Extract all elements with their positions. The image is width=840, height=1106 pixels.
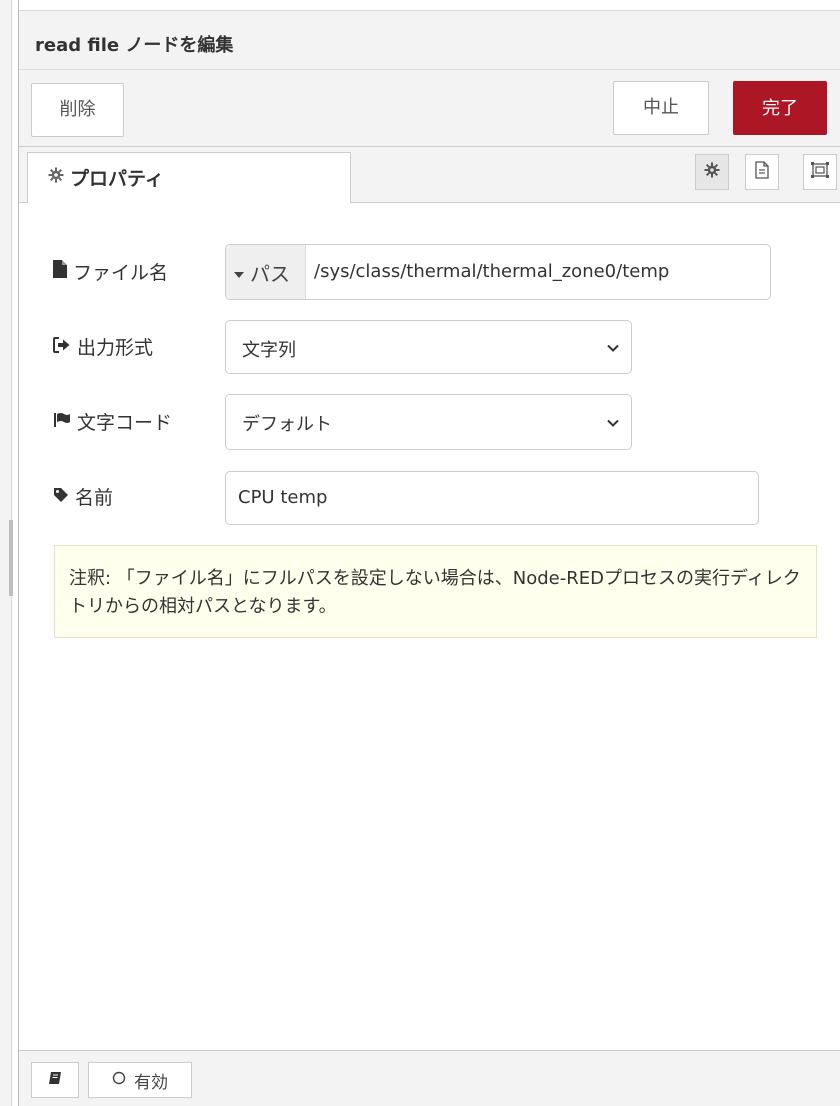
filename-typed-input[interactable]: パス /sys/class/thermal/thermal_zone0/temp bbox=[225, 244, 771, 300]
tab-bar: プロパティ bbox=[19, 147, 840, 203]
appearance-icon bbox=[810, 161, 830, 183]
caret-down-icon bbox=[234, 260, 244, 284]
description-icon bbox=[755, 161, 769, 183]
dialog-title-bar: read file ノードを編集 bbox=[19, 11, 840, 70]
name-input[interactable]: CPU temp bbox=[225, 471, 759, 525]
output-label: 出力形式 bbox=[53, 333, 153, 360]
name-label-text: 名前 bbox=[75, 487, 114, 509]
chevron-down-icon bbox=[607, 337, 619, 358]
done-button[interactable]: 完了 bbox=[733, 81, 827, 135]
book-icon bbox=[48, 1070, 62, 1090]
dialog-footer: 有効 bbox=[19, 1050, 840, 1106]
node-help-button[interactable] bbox=[31, 1062, 79, 1098]
name-value: CPU temp bbox=[238, 487, 328, 508]
output-format-value: 文字列 bbox=[242, 340, 296, 361]
encoding-label: 文字コード bbox=[53, 408, 172, 435]
filename-label-text: ファイル名 bbox=[73, 262, 169, 284]
filename-tip-text: 注釈: 「ファイル名」にフルパスを設定しない場合は、Node-REDプロセスの実… bbox=[69, 568, 801, 617]
chevron-down-icon bbox=[607, 412, 619, 433]
filename-type-label: パス bbox=[250, 261, 290, 286]
filename-type-selector[interactable]: パス bbox=[226, 245, 306, 299]
tab-properties-label: プロパティ bbox=[70, 168, 164, 190]
gear-icon bbox=[704, 162, 720, 182]
tab-properties[interactable]: プロパティ bbox=[27, 152, 351, 203]
encoding-row: 文字コード デフォルト bbox=[19, 394, 840, 450]
tag-icon bbox=[53, 486, 69, 508]
sidebar-splitter-handle[interactable] bbox=[9, 520, 13, 596]
appearance-tab-button[interactable] bbox=[803, 154, 837, 190]
delete-button[interactable]: 削除 bbox=[31, 83, 124, 137]
output-format-select[interactable]: 文字列 bbox=[225, 320, 632, 374]
encoding-value: デフォルト bbox=[242, 414, 332, 435]
node-enabled-toggle[interactable]: 有効 bbox=[88, 1062, 192, 1098]
file-icon bbox=[53, 260, 67, 283]
name-label: 名前 bbox=[53, 483, 113, 510]
cancel-button[interactable]: 中止 bbox=[613, 81, 709, 135]
gear-icon bbox=[48, 167, 64, 187]
encoding-label-text: 文字コード bbox=[77, 412, 173, 434]
name-row: 名前 CPU temp bbox=[19, 471, 840, 525]
filename-value: /sys/class/thermal/thermal_zone0/temp bbox=[314, 261, 670, 282]
dialog-button-bar: 削除 中止 完了 bbox=[19, 70, 840, 147]
output-row: 出力形式 文字列 bbox=[19, 320, 840, 374]
output-label-text: 出力形式 bbox=[77, 337, 154, 359]
encoding-select[interactable]: デフォルト bbox=[225, 394, 632, 450]
filename-label: ファイル名 bbox=[53, 258, 168, 285]
dialog-title: read file ノードを編集 bbox=[35, 35, 234, 56]
filename-tip: 注釈: 「ファイル名」にフルパスを設定しない場合は、Node-REDプロセスの実… bbox=[54, 545, 817, 638]
node-enabled-label: 有効 bbox=[134, 1072, 168, 1093]
description-tab-button[interactable] bbox=[745, 154, 779, 190]
flag-icon bbox=[53, 411, 71, 433]
edit-node-dialog: read file ノードを編集 削除 中止 完了 プロパティ ファイル名 パス… bbox=[18, 0, 840, 1106]
filename-row: ファイル名 パス /sys/class/thermal/thermal_zone… bbox=[19, 244, 840, 300]
circle-outline-icon bbox=[112, 1070, 126, 1090]
properties-tab-button[interactable] bbox=[695, 154, 729, 190]
sign-out-icon bbox=[53, 336, 71, 358]
